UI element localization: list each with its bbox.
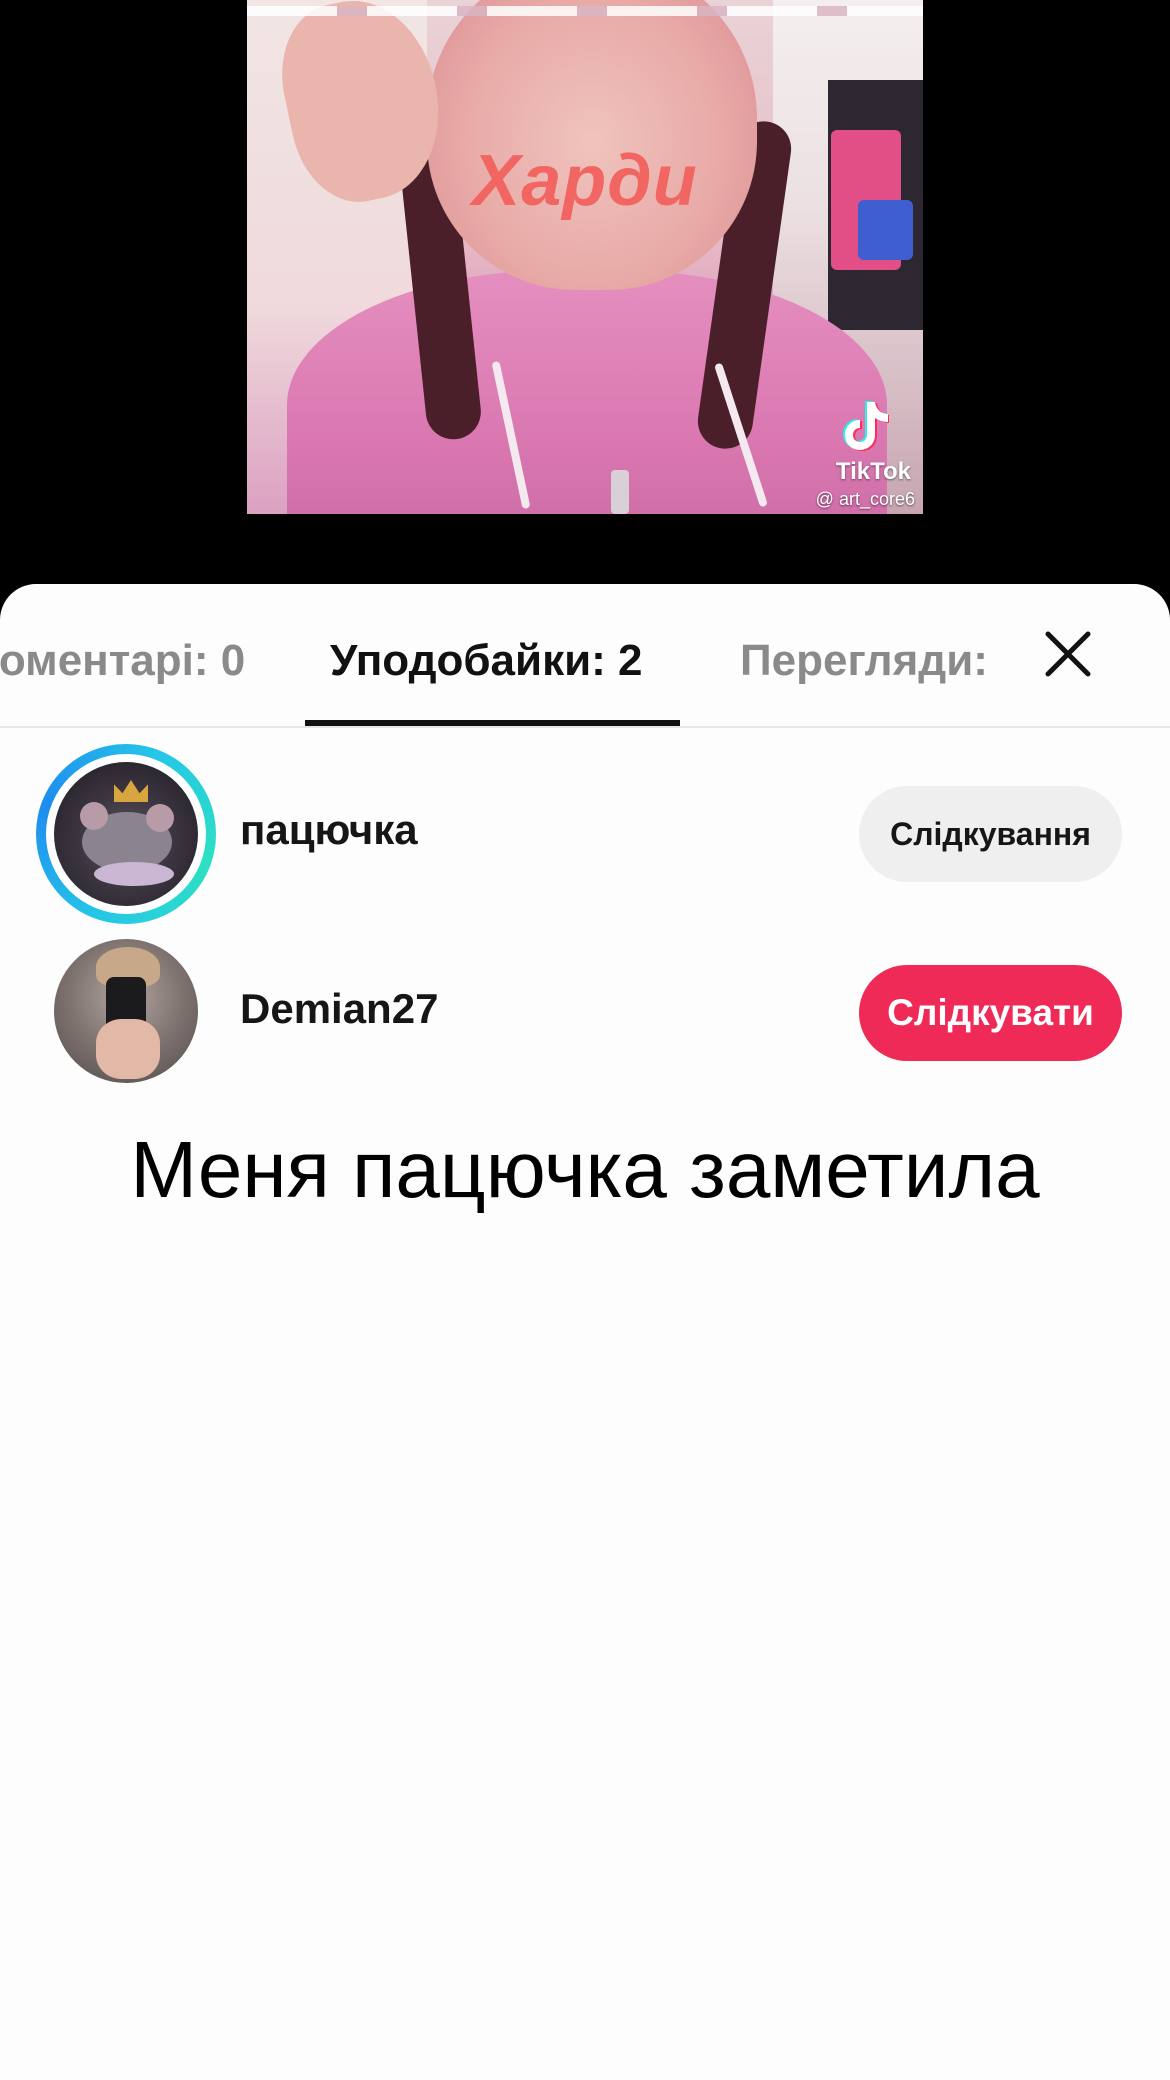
username[interactable]: пацючка	[240, 806, 418, 854]
follow-button[interactable]: Слідкувати	[859, 965, 1122, 1061]
video-glitch-bar	[247, 6, 923, 16]
close-button[interactable]	[1040, 626, 1096, 682]
screen: Харди TikTok @ art_core6 Коментарі: 0 Уп…	[0, 0, 1170, 2080]
avatar[interactable]	[54, 762, 198, 906]
video-player[interactable]: Харди TikTok @ art_core6	[0, 0, 1170, 590]
tiktok-watermark-handle: @ art_core6	[815, 489, 915, 509]
tiktok-watermark-brand: TikTok	[835, 458, 911, 485]
tab-likes[interactable]: Уподобайки: 2	[330, 636, 643, 696]
video-frame[interactable]: Харди TikTok @ art_core6	[247, 0, 923, 514]
likes-bottom-sheet: Коментарі: 0 Уподобайки: 2 Перегляди: па…	[0, 584, 1170, 2080]
tab-comments[interactable]: Коментарі: 0	[0, 636, 245, 696]
active-tab-indicator	[305, 720, 680, 726]
avatar[interactable]	[54, 939, 198, 1083]
tiktok-logo-icon	[843, 401, 889, 451]
list-item[interactable]: пацючка Слідкування	[0, 744, 1170, 924]
tab-bar: Коментарі: 0 Уподобайки: 2 Перегляди:	[0, 584, 1170, 728]
close-icon	[1045, 631, 1091, 677]
tab-views[interactable]: Перегляди:	[740, 636, 998, 696]
video-overlay-text: Харди	[472, 141, 698, 221]
video-hoodie	[287, 270, 887, 514]
meme-caption: Меня пацючка заметила	[130, 1125, 1040, 1214]
username[interactable]: Demian27	[240, 985, 438, 1033]
video-zipper	[611, 470, 629, 514]
avatar-rat-ear	[146, 804, 174, 832]
avatar-ruff	[94, 862, 174, 886]
following-button[interactable]: Слідкування	[859, 786, 1122, 882]
avatar-crown	[114, 780, 148, 802]
avatar-hand	[96, 1019, 160, 1079]
list-item[interactable]: Demian27 Слідкувати	[0, 939, 1170, 1109]
avatar-rat-ear	[80, 802, 108, 830]
